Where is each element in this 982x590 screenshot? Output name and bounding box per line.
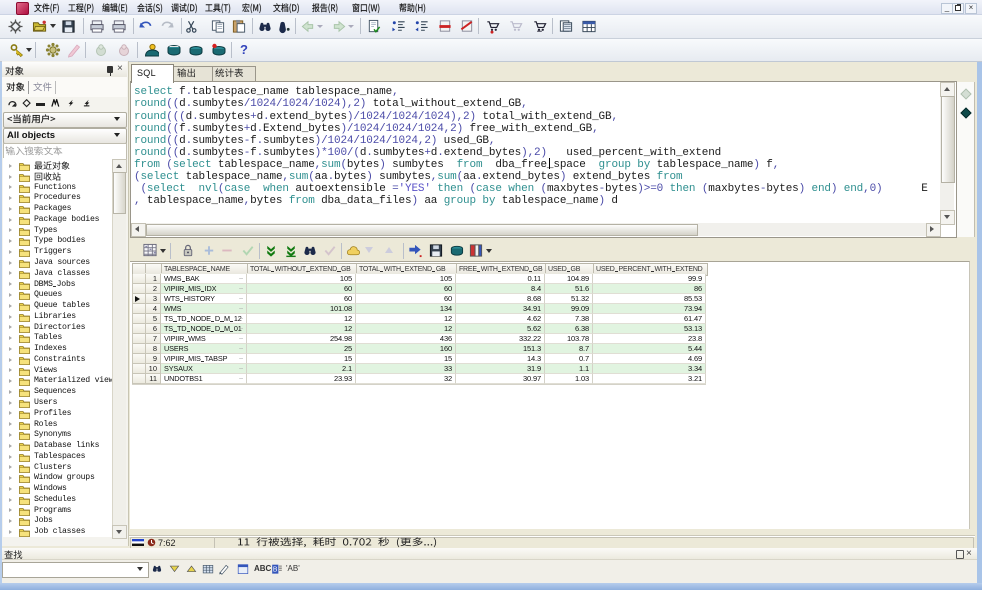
svg-text:B: B (273, 567, 278, 574)
